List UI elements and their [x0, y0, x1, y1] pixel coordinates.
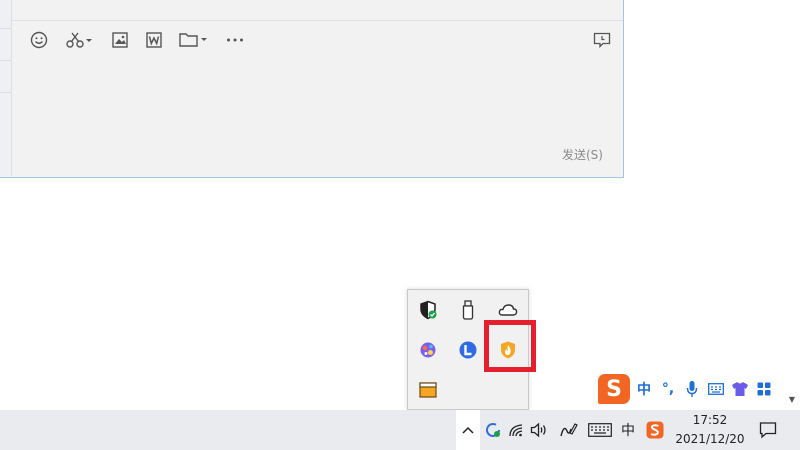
screenshot-button[interactable]: [64, 28, 94, 52]
paint-app-icon: [420, 342, 436, 358]
ime-keyboard-button[interactable]: [706, 378, 726, 400]
ime-mode-toggle[interactable]: 中: [634, 378, 654, 400]
action-center-button[interactable]: [756, 410, 780, 450]
ime-toolbox-button[interactable]: [754, 378, 774, 400]
tray-paint-app[interactable]: [408, 330, 448, 370]
onedrive-cloud-icon: [498, 304, 518, 316]
tray-window-app[interactable]: [408, 370, 448, 410]
pen-icon: [560, 423, 578, 437]
chat-window: 发送(S): [0, 0, 624, 178]
taskbar: 中 17:52 2021/12/20: [0, 410, 800, 450]
ime-voice-button[interactable]: [682, 378, 702, 400]
network-button[interactable]: [506, 410, 528, 450]
touch-keyboard-button[interactable]: [586, 410, 614, 450]
send-button[interactable]: 发送(S): [562, 146, 603, 163]
image-button[interactable]: [110, 28, 130, 52]
clock-time: 17:52: [692, 413, 728, 427]
more-button[interactable]: [225, 28, 245, 52]
scissors-icon: [66, 32, 92, 48]
pen-workspace-button[interactable]: [556, 410, 580, 450]
folder-icon: [179, 33, 207, 47]
show-hidden-icons-button[interactable]: [456, 410, 480, 450]
wifi-icon: [509, 424, 523, 437]
sogou-tray-icon: [646, 421, 664, 439]
emoji-button[interactable]: [28, 28, 50, 52]
grid-icon: [757, 382, 771, 396]
security-shield-icon: [420, 300, 437, 320]
scroll-down-arrow[interactable]: ▼: [786, 395, 798, 407]
tray-usb-drive[interactable]: [448, 290, 488, 330]
chat-divider: [12, 20, 623, 21]
volume-icon: [530, 422, 546, 438]
notification-icon: [759, 422, 777, 439]
ime-status-bar: S 中 °,: [598, 374, 778, 404]
image-icon: [112, 32, 128, 48]
keyboard-icon: [708, 383, 724, 395]
chat-left-strip: [0, 0, 12, 176]
tray-security-shield[interactable]: [408, 290, 448, 330]
ime-indicator[interactable]: 中: [618, 410, 638, 450]
clock-date: 2021/12/20: [675, 432, 745, 446]
chevron-up-icon: [462, 426, 474, 434]
ime-punct-toggle[interactable]: °,: [658, 378, 678, 400]
word-doc-icon: [146, 32, 162, 48]
chat-history-icon: [593, 32, 611, 48]
shirt-icon: [732, 382, 748, 396]
refresh-app-icon: [486, 423, 500, 437]
touch-keyboard-icon: [588, 423, 612, 437]
mic-icon: [686, 381, 698, 397]
ime-skin-button[interactable]: [730, 378, 750, 400]
chat-toolbar: [12, 26, 623, 54]
system-clock[interactable]: 17:52 2021/12/20: [668, 410, 752, 450]
window-app-icon: [419, 382, 437, 398]
sogou-logo[interactable]: S: [598, 374, 630, 404]
highlight-box: [484, 320, 536, 372]
chat-history-button[interactable]: [591, 28, 613, 52]
blue-l-app-icon: [459, 341, 477, 359]
more-icon: [227, 38, 243, 42]
emoji-icon: [30, 31, 48, 49]
folder-button[interactable]: [178, 28, 210, 52]
tray-blue-l-app[interactable]: [448, 330, 488, 370]
usb-drive-icon: [462, 300, 474, 320]
volume-button[interactable]: [528, 410, 550, 450]
tray-refresh-app[interactable]: [482, 410, 504, 450]
word-doc-button[interactable]: [144, 28, 164, 52]
sogou-tray-button[interactable]: [644, 410, 666, 450]
